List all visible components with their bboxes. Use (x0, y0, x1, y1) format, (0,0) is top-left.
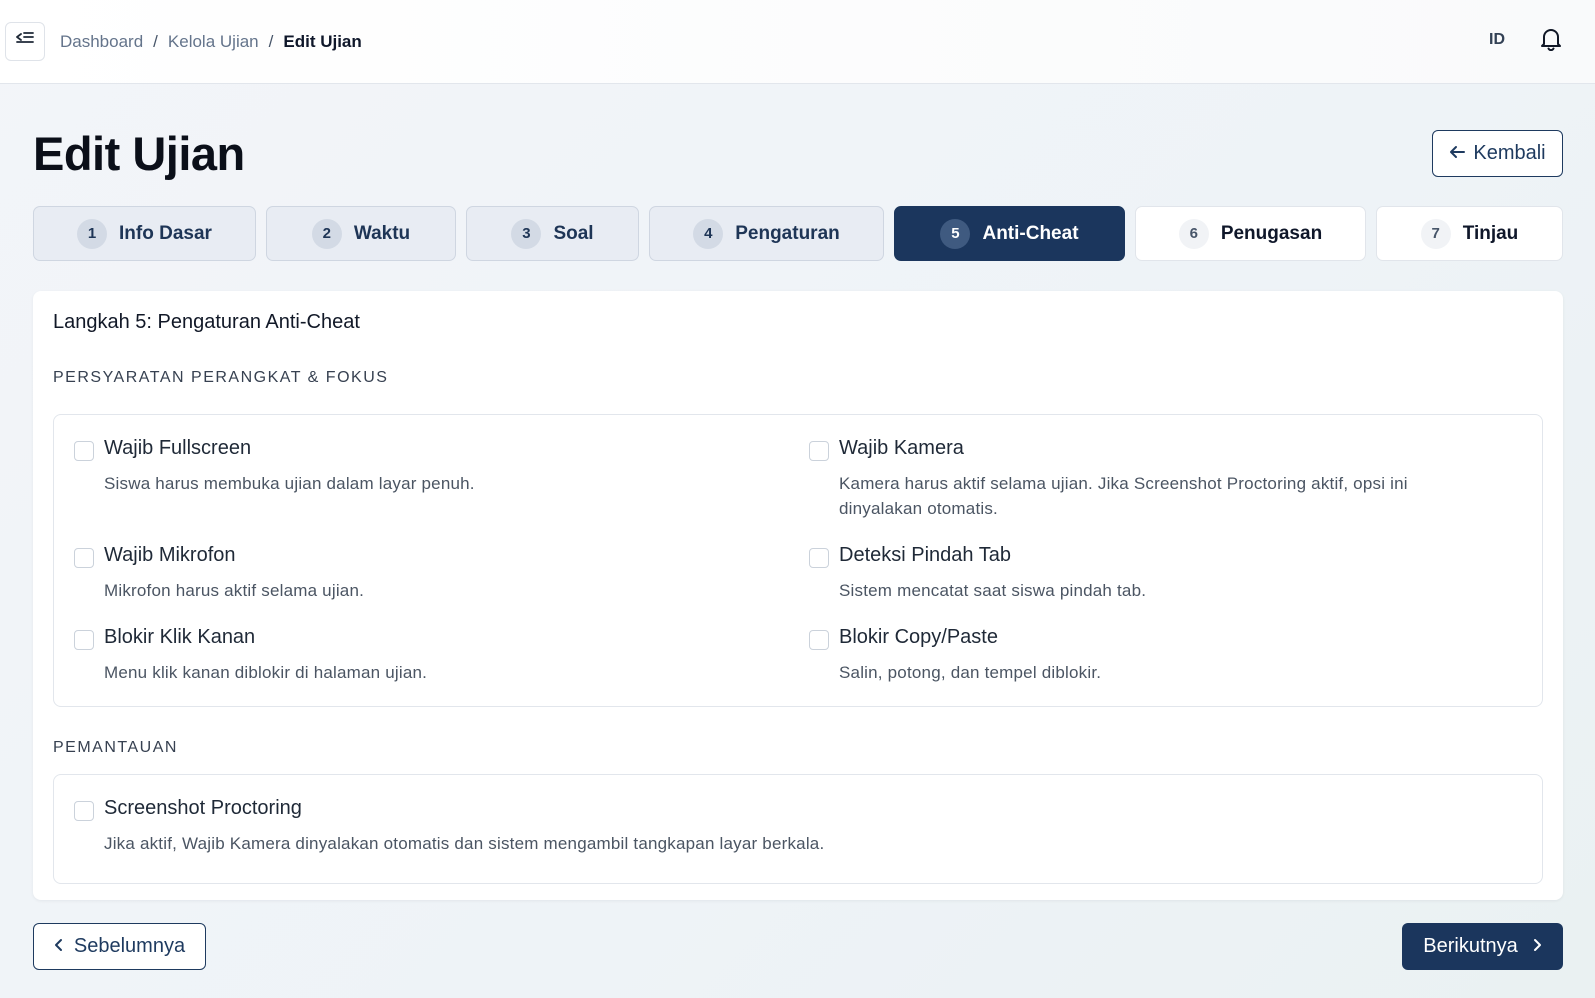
option-description: Menu klik kanan diblokir di halaman ujia… (104, 663, 428, 682)
sidebar-toggle-button[interactable] (5, 22, 45, 61)
step-label: Waktu (353, 222, 411, 244)
breadcrumb-dashboard[interactable]: Dashboard (60, 32, 143, 52)
step-tinjau[interactable]: 7 Tinjau (1376, 206, 1563, 261)
fullscreen-checkbox[interactable] (74, 441, 94, 461)
arrow-left-icon (1449, 142, 1466, 165)
option-description: Jika aktif, Wajib Kamera dinyalakan otom… (104, 834, 825, 853)
card-title: Langkah 5: Pengaturan Anti-Cheat (53, 311, 360, 333)
option-label: Wajib Kamera (839, 437, 964, 459)
step-number: 3 (511, 218, 542, 249)
copy-paste-checkbox[interactable] (809, 630, 829, 650)
right-click-checkbox[interactable] (74, 630, 94, 650)
step-number: 5 (940, 218, 971, 249)
step-penugasan[interactable]: 6 Penugasan (1135, 206, 1366, 261)
option-description: Siswa harus membuka ujian dalam layar pe… (104, 474, 475, 493)
breadcrumb-kelola-ujian[interactable]: Kelola Ujian (168, 32, 259, 52)
chevron-left-icon (54, 935, 64, 958)
breadcrumb-current: Edit Ujian (283, 32, 362, 51)
option-description: Kamera harus aktif selama ujian. Jika Sc… (839, 474, 1408, 518)
step-waktu[interactable]: 2 Waktu (266, 206, 456, 261)
section-monitoring-label: PEMANTAUAN (53, 739, 178, 756)
back-button[interactable]: Kembali (1432, 130, 1563, 177)
language-switcher[interactable]: ID (1489, 31, 1505, 49)
step-label: Anti-Cheat (982, 222, 1079, 244)
option-description: Sistem mencatat saat siswa pindah tab. (839, 581, 1147, 600)
breadcrumb: Dashboard / Kelola Ujian / Edit Ujian (60, 31, 362, 53)
camera-checkbox[interactable] (809, 441, 829, 461)
top-bar: Dashboard / Kelola Ujian / Edit Ujian ID (0, 0, 1595, 84)
screenshot-proctoring-checkbox[interactable] (74, 801, 94, 821)
breadcrumb-separator: / (153, 32, 158, 51)
microphone-checkbox[interactable] (74, 548, 94, 568)
anti-cheat-card: Langkah 5: Pengaturan Anti-Cheat PERSYAR… (33, 291, 1563, 900)
option-label: Deteksi Pindah Tab (839, 544, 1011, 566)
option-label: Wajib Mikrofon (104, 544, 236, 566)
step-label: Pengaturan (735, 222, 840, 244)
step-label: Soal (553, 222, 594, 244)
step-label: Info Dasar (119, 222, 212, 244)
device-requirements-panel: Wajib Fullscreen Siswa harus membuka uji… (53, 414, 1543, 707)
step-info-dasar[interactable]: 1 Info Dasar (33, 206, 256, 261)
back-button-label: Kembali (1473, 142, 1546, 164)
next-button-label: Berikutnya (1423, 935, 1518, 957)
previous-button-label: Sebelumnya (73, 935, 186, 957)
option-label: Blokir Klik Kanan (104, 626, 256, 648)
menu-collapse-icon (16, 31, 34, 52)
step-number: 7 (1420, 218, 1451, 249)
step-number: 6 (1178, 218, 1209, 249)
option-description: Salin, potong, dan tempel diblokir. (839, 663, 1102, 682)
previous-button[interactable]: Sebelumnya (33, 923, 206, 970)
option-label: Wajib Fullscreen (104, 437, 252, 459)
step-soal[interactable]: 3 Soal (466, 206, 639, 261)
option-description: Mikrofon harus aktif selama ujian. (104, 581, 365, 600)
breadcrumb-separator: / (268, 32, 274, 51)
step-anti-cheat[interactable]: 5 Anti-Cheat (894, 206, 1125, 261)
step-number: 2 (311, 218, 342, 249)
chevron-right-icon (1532, 935, 1542, 958)
monitoring-panel: Screenshot Proctoring Jika aktif, Wajib … (53, 774, 1543, 884)
notification-button[interactable] (1538, 28, 1564, 54)
tab-switch-checkbox[interactable] (809, 548, 829, 568)
bell-icon (1540, 27, 1562, 56)
option-label: Blokir Copy/Paste (839, 626, 998, 648)
step-label: Tinjau (1462, 222, 1519, 244)
next-button[interactable]: Berikutnya (1402, 923, 1563, 970)
step-pengaturan[interactable]: 4 Pengaturan (649, 206, 884, 261)
step-number: 1 (77, 218, 108, 249)
option-label: Screenshot Proctoring (104, 797, 302, 819)
step-number: 4 (693, 218, 724, 249)
page-title: Edit Ujian (33, 127, 245, 180)
step-label: Penugasan (1220, 222, 1323, 244)
section-device-label: PERSYARATAN PERANGKAT & FOKUS (53, 369, 389, 386)
